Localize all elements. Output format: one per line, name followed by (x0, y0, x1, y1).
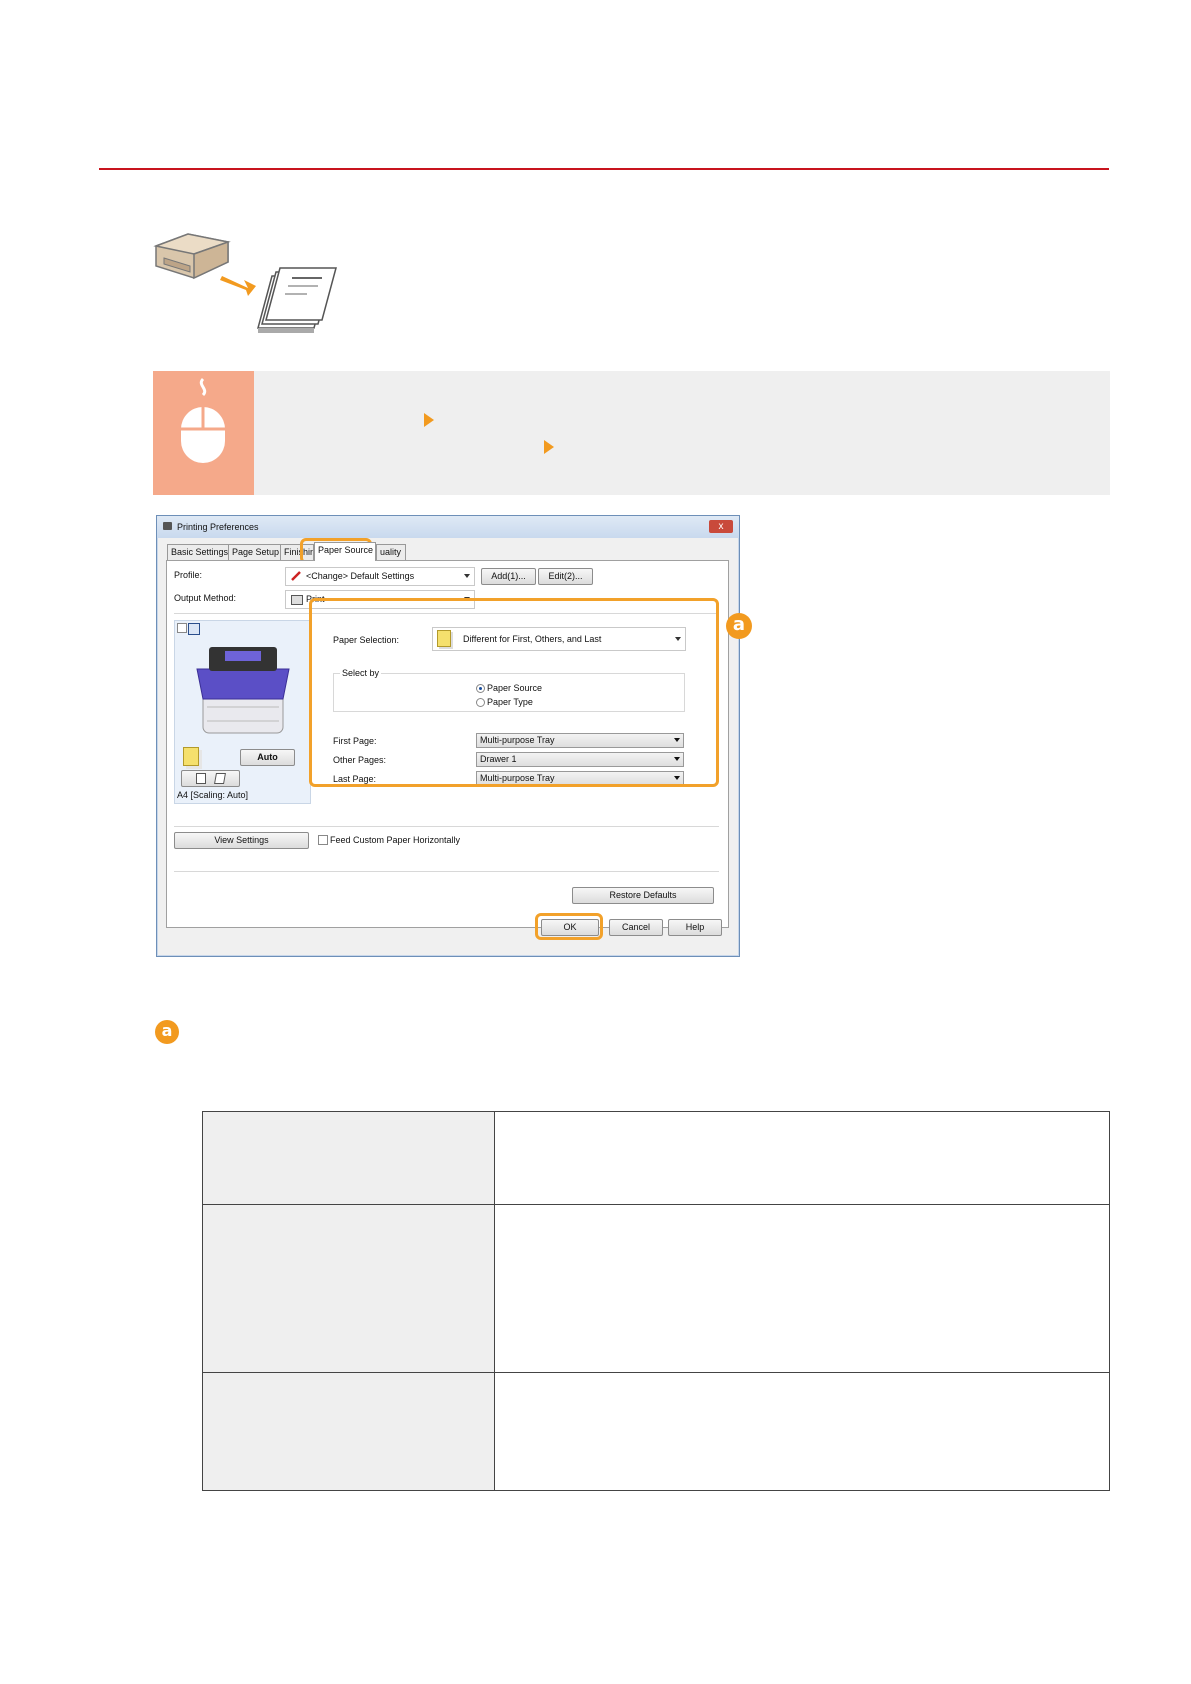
table-cell-value (494, 1204, 1110, 1373)
printer-illustration (196, 647, 290, 734)
top-rule (99, 168, 1109, 170)
table-cell-key (202, 1372, 495, 1491)
cancel-button[interactable]: Cancel (609, 919, 663, 936)
feed-custom-checkbox[interactable] (318, 835, 328, 845)
dialog-titlebar: Printing Preferences x (157, 516, 739, 538)
add-button[interactable]: Add(1)... (481, 568, 536, 585)
profile-value: <Change> Default Settings (306, 571, 415, 581)
step-arrow-icon (544, 440, 554, 454)
settings-table (202, 1111, 1110, 1491)
tab-paper-source[interactable]: Paper Source (314, 542, 376, 561)
printing-preferences-dialog: Printing Preferences x Basic Settings Pa… (156, 515, 752, 957)
view-settings-button[interactable]: View Settings (174, 832, 309, 849)
table-cell-value (494, 1372, 1110, 1491)
grid-view-icon[interactable] (188, 623, 200, 635)
page-tilted-icon (213, 773, 226, 785)
table-row (202, 1372, 1110, 1491)
ok-button-highlight (535, 913, 603, 940)
auto-button[interactable]: Auto (240, 749, 295, 766)
operation-steps-panel (153, 371, 1110, 495)
paper-stack-icon (257, 267, 337, 333)
callout-a-badge: a (155, 1020, 179, 1044)
output-method-label: Output Method: (174, 593, 237, 603)
table-cell-value (494, 1111, 1110, 1205)
feed-custom-label: Feed Custom Paper Horizontally (330, 835, 461, 845)
divider (174, 826, 719, 827)
pencil-icon (291, 571, 301, 581)
edit-button[interactable]: Edit(2)... (538, 568, 593, 585)
step-arrow-icon (424, 413, 434, 427)
dialog-title: Printing Preferences (177, 522, 259, 532)
paper-size-caption: A4 [Scaling: Auto] (177, 790, 249, 800)
table-cell-key (202, 1204, 495, 1373)
printer-output-illustration (153, 233, 337, 333)
profile-combo[interactable]: <Change> Default Settings (285, 567, 475, 586)
tab-basic-settings[interactable]: Basic Settings (167, 544, 229, 560)
view-toggle-icon[interactable] (177, 623, 187, 633)
paper-selection-highlight (309, 598, 719, 787)
mouse-badge (153, 371, 254, 495)
table-row (202, 1111, 1110, 1205)
tab-page-setup[interactable]: Page Setup (228, 544, 281, 560)
arrow-icon (220, 276, 256, 296)
printer-small-icon (163, 522, 172, 530)
table-row (202, 1204, 1110, 1373)
mouse-icon (181, 377, 225, 463)
chevron-down-icon (464, 574, 470, 578)
printer-icon (153, 233, 231, 280)
profile-label: Profile: (174, 570, 203, 580)
close-button[interactable]: x (709, 520, 733, 533)
layout-toggle-button[interactable] (181, 770, 240, 787)
callout-a-badge: a (726, 613, 752, 639)
printer-preview-pane: Auto A4 [Scaling: Auto] (174, 620, 311, 804)
table-cell-key (202, 1111, 495, 1205)
paper-stack-small-icon (183, 747, 199, 766)
page-icon (196, 773, 207, 785)
restore-defaults-button[interactable]: Restore Defaults (572, 887, 714, 904)
help-button[interactable]: Help (668, 919, 722, 936)
printer-small-icon (291, 595, 303, 605)
tab-quality[interactable]: uality (376, 544, 406, 560)
divider (174, 871, 719, 872)
